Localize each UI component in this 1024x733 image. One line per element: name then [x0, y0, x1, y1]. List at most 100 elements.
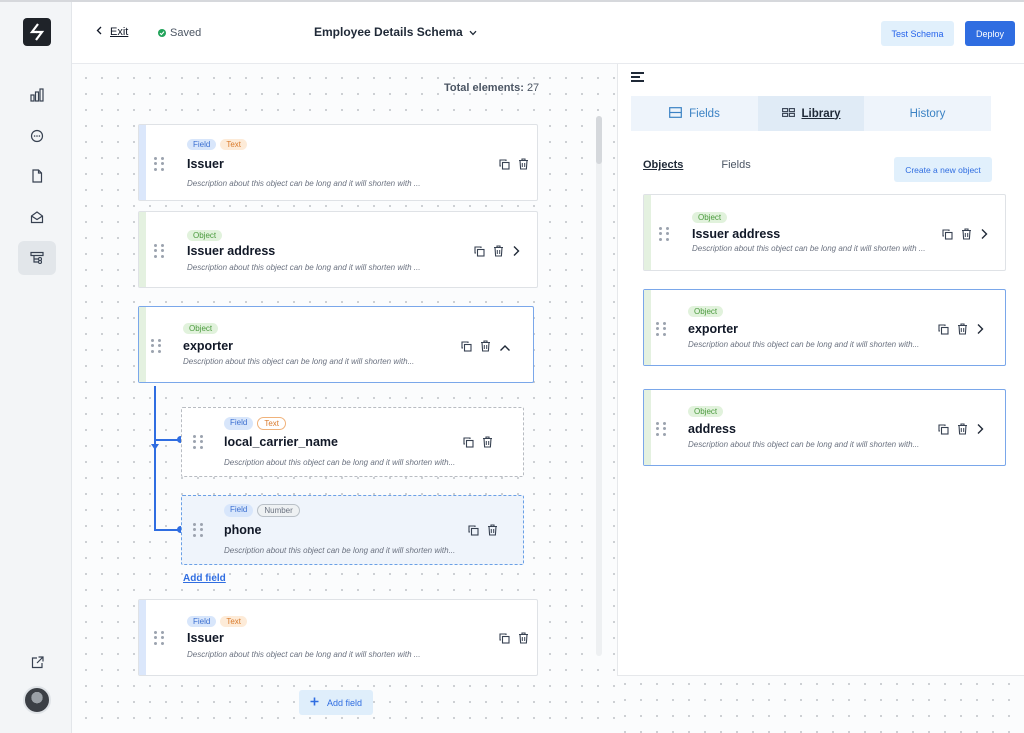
- schema-builder-icon[interactable]: [18, 241, 56, 275]
- child-field-card[interactable]: Field Text local_carrier_name Descriptio…: [181, 407, 524, 477]
- card-title: Issuer: [187, 157, 224, 171]
- trash-icon[interactable]: [961, 227, 973, 240]
- schema-canvas[interactable]: Total elements: 27 Field Text Issuer Des…: [72, 64, 617, 733]
- chevron-up-icon[interactable]: [499, 339, 511, 351]
- card-description: Description about this object can be lon…: [692, 244, 926, 253]
- trash-icon[interactable]: [518, 631, 530, 644]
- tab-fields[interactable]: Fields: [631, 96, 758, 131]
- card-title: Issuer: [187, 631, 224, 645]
- object-tag: Object: [688, 406, 724, 417]
- drag-handle-icon[interactable]: [193, 435, 203, 449]
- card-accent: [139, 307, 146, 382]
- total-elements: Total elements: 27: [444, 82, 539, 94]
- app-window: Exit Saved Employee Details Schema Test …: [0, 0, 1024, 733]
- tab-library-label: Library: [801, 107, 841, 120]
- chevron-right-icon[interactable]: [976, 422, 988, 434]
- canvas-scrollbar[interactable]: [596, 116, 602, 656]
- card-actions: [942, 227, 992, 240]
- test-schema-button[interactable]: Test Schema: [881, 21, 954, 46]
- copy-icon[interactable]: [463, 435, 475, 448]
- card-tags: Object: [688, 306, 724, 317]
- subtab-objects[interactable]: Objects: [643, 159, 683, 171]
- trash-icon[interactable]: [957, 322, 969, 335]
- chevron-right-icon[interactable]: [980, 227, 992, 239]
- card-title: address: [688, 422, 736, 436]
- canvas-scrollbar-thumb[interactable]: [596, 116, 602, 164]
- field-tag: Field: [187, 616, 217, 627]
- type-tag: Text: [257, 417, 287, 430]
- card-accent: [644, 290, 651, 365]
- tab-library[interactable]: Library: [758, 96, 864, 131]
- field-card[interactable]: Field Text Issuer Description about this…: [138, 599, 538, 676]
- chat-icon[interactable]: [18, 119, 56, 153]
- panel-subtabs: Objects Fields: [643, 159, 751, 171]
- panel-canvas-area: [617, 676, 1024, 733]
- trash-icon[interactable]: [487, 523, 499, 536]
- field-tag: Field: [224, 504, 254, 517]
- drag-handle-icon[interactable]: [656, 322, 666, 336]
- subtab-fields[interactable]: Fields: [721, 159, 750, 171]
- external-link-icon[interactable]: [18, 645, 56, 679]
- schema-title-dropdown[interactable]: Employee Details Schema: [314, 25, 477, 39]
- trash-icon[interactable]: [493, 244, 505, 257]
- drag-handle-icon[interactable]: [193, 523, 203, 537]
- library-object-card[interactable]: Object address Description about this ob…: [643, 389, 1006, 466]
- object-card-expanded[interactable]: Object exporter Description about this o…: [138, 306, 534, 383]
- library-object-card[interactable]: Object Issuer address Description about …: [643, 194, 1006, 271]
- document-icon[interactable]: [18, 159, 56, 193]
- copy-icon[interactable]: [468, 523, 480, 536]
- object-tag: Object: [187, 230, 223, 241]
- card-description: Description about this object can be lon…: [183, 357, 415, 366]
- drag-handle-icon[interactable]: [154, 157, 164, 171]
- type-tag: Text: [220, 139, 248, 150]
- drag-handle-icon[interactable]: [659, 227, 669, 241]
- chevron-right-icon[interactable]: [976, 322, 988, 334]
- copy-icon[interactable]: [938, 422, 950, 435]
- trash-icon[interactable]: [518, 157, 530, 170]
- copy-icon[interactable]: [938, 322, 950, 335]
- child-field-card[interactable]: Field Number phone Description about thi…: [181, 495, 524, 565]
- menu-icon[interactable]: [631, 72, 644, 82]
- card-description: Description about this object can be lon…: [224, 458, 456, 467]
- exit-button[interactable]: Exit: [96, 26, 128, 38]
- drag-handle-icon[interactable]: [154, 631, 164, 645]
- card-tags: Field Number: [224, 504, 300, 517]
- trash-icon[interactable]: [482, 435, 494, 448]
- library-object-card[interactable]: Object exporter Description about this o…: [643, 289, 1006, 366]
- chevron-left-icon: [96, 26, 102, 38]
- create-object-button[interactable]: Create a new object: [894, 157, 992, 182]
- card-actions: [499, 157, 530, 170]
- check-circle-icon: [158, 29, 166, 37]
- tab-history[interactable]: History: [864, 96, 991, 131]
- deploy-button[interactable]: Deploy: [965, 21, 1015, 46]
- avatar[interactable]: [23, 686, 51, 714]
- card-title: exporter: [183, 339, 234, 353]
- trash-icon[interactable]: [480, 339, 492, 352]
- copy-icon[interactable]: [474, 244, 486, 257]
- copy-icon[interactable]: [499, 157, 511, 170]
- left-rail: [0, 2, 72, 733]
- card-title: local_carrier_name: [224, 435, 338, 449]
- drag-handle-icon[interactable]: [656, 422, 666, 436]
- drag-handle-icon[interactable]: [151, 339, 161, 353]
- chevron-right-icon[interactable]: [512, 244, 524, 256]
- inbox-icon[interactable]: [18, 200, 56, 234]
- app-logo[interactable]: [23, 18, 51, 46]
- add-field-button[interactable]: Add field: [299, 690, 373, 715]
- plus-icon: [310, 697, 319, 708]
- object-card[interactable]: Object Issuer address Description about …: [138, 211, 538, 288]
- card-tags: Object: [688, 406, 724, 417]
- drag-handle-icon[interactable]: [154, 244, 164, 258]
- card-description: Description about this object can be lon…: [187, 650, 421, 659]
- object-tag: Object: [688, 306, 724, 317]
- card-description: Description about this object can be lon…: [187, 263, 421, 272]
- copy-icon[interactable]: [499, 631, 511, 644]
- field-card[interactable]: Field Text Issuer Description about this…: [138, 124, 538, 201]
- analytics-icon[interactable]: [18, 78, 56, 112]
- add-child-field-link[interactable]: Add field: [183, 573, 226, 584]
- card-description: Description about this object can be lon…: [688, 440, 920, 449]
- copy-icon[interactable]: [942, 227, 954, 240]
- card-tags: Field Text: [187, 616, 248, 627]
- copy-icon[interactable]: [461, 339, 473, 352]
- trash-icon[interactable]: [957, 422, 969, 435]
